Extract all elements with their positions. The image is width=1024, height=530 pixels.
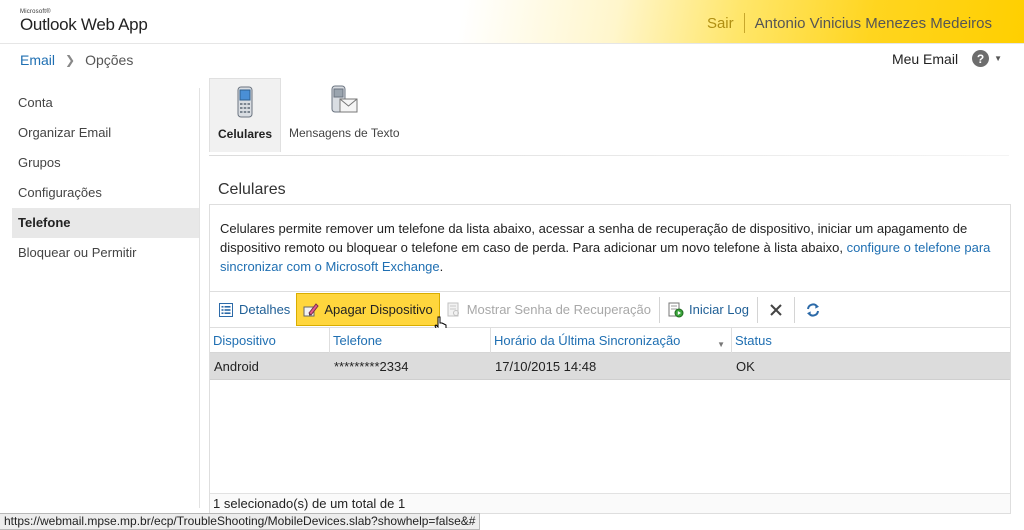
- sidebar-divider: [199, 88, 200, 508]
- column-header-last-sync-label: Horário da Última Sincronização: [494, 333, 681, 348]
- header-separator: [743, 13, 745, 33]
- tab-celulares-label: Celulares: [217, 127, 273, 141]
- sort-descending-icon: ▼: [717, 340, 725, 349]
- top-right-links: Meu Email ? ▼: [892, 50, 1002, 67]
- cell-last-sync: 17/10/2015 14:48: [495, 358, 597, 374]
- column-header-status[interactable]: Status: [732, 328, 1010, 353]
- signout-link[interactable]: Sair: [707, 15, 744, 32]
- text-message-icon: [327, 84, 361, 118]
- details-button[interactable]: Detalhes: [212, 293, 296, 326]
- tab-celulares[interactable]: Celulares: [209, 78, 281, 152]
- mobile-phone-icon: [228, 85, 262, 119]
- refresh-icon[interactable]: [797, 293, 829, 326]
- cell-status: OK: [736, 358, 755, 374]
- start-log-icon: [668, 302, 684, 318]
- show-recovery-password-button[interactable]: Mostrar Senha de Recuperação: [440, 293, 657, 326]
- breadcrumb-email-link[interactable]: Email: [20, 52, 55, 68]
- sidebar-item-organizar-email[interactable]: Organizar Email: [12, 118, 199, 148]
- my-mail-link[interactable]: Meu Email: [892, 51, 958, 67]
- recovery-password-icon: [446, 302, 462, 318]
- details-list-icon: [218, 302, 234, 318]
- breadcrumb-current: Opções: [85, 52, 134, 68]
- sidebar-item-telefone[interactable]: Telefone: [12, 208, 199, 238]
- devices-table: Dispositivo Telefone Horário da Última S…: [209, 328, 1011, 514]
- sidebar-item-bloquear-ou-permitir[interactable]: Bloquear ou Permitir: [12, 238, 199, 268]
- toolbar-separator: [756, 296, 758, 323]
- table-row[interactable]: Android *********2334 17/10/2015 14:48 O…: [210, 353, 1010, 380]
- sidebar-item-grupos[interactable]: Grupos: [12, 148, 199, 178]
- tab-mensagens-label: Mensagens de Texto: [289, 126, 400, 140]
- toolbar-separator: [658, 296, 660, 323]
- section-title: Celulares: [218, 181, 286, 198]
- tab-mensagens-de-texto[interactable]: Mensagens de Texto: [281, 78, 408, 152]
- options-sidebar: Conta Organizar Email Grupos Configuraçõ…: [12, 88, 199, 268]
- cell-phone: *********2334: [334, 358, 409, 374]
- start-log-button[interactable]: Iniciar Log: [662, 293, 755, 326]
- table-header: Dispositivo Telefone Horário da Última S…: [210, 328, 1010, 353]
- wipe-device-button[interactable]: Apagar Dispositivo: [296, 293, 440, 326]
- section-description: Celulares permite remover um telefone da…: [209, 204, 1011, 291]
- devices-toolbar: Detalhes Apagar Dispositivo Mostrar Senh…: [209, 291, 1011, 328]
- logo-product-name: Outlook Web App: [20, 15, 148, 34]
- tabs-divider: [209, 155, 1009, 156]
- column-header-last-sync[interactable]: Horário da Última Sincronização ▼: [491, 328, 732, 353]
- owa-logo: Microsoft® Outlook Web App: [20, 9, 148, 33]
- column-header-device[interactable]: Dispositivo: [210, 328, 330, 353]
- header-bar: Microsoft® Outlook Web App Sair Antonio …: [0, 0, 1024, 44]
- user-name: Antonio Vinicius Menezes Medeiros: [754, 14, 992, 32]
- start-log-label: Iniciar Log: [688, 302, 749, 317]
- selection-count: 1 selecionado(s) de um total de 1: [210, 493, 1010, 513]
- delete-x-icon[interactable]: [760, 293, 792, 326]
- column-header-phone[interactable]: Telefone: [330, 328, 491, 353]
- sidebar-item-configuracoes[interactable]: Configurações: [12, 178, 199, 208]
- help-icon[interactable]: ?: [972, 50, 990, 67]
- details-label: Detalhes: [239, 302, 291, 317]
- show-recovery-password-label: Mostrar Senha de Recuperação: [466, 302, 651, 317]
- sidebar-item-conta[interactable]: Conta: [12, 88, 199, 118]
- browser-status-url: https://webmail.mpse.mp.br/ecp/TroubleSh…: [0, 513, 481, 530]
- phone-tabs: Celulares Mensagens de Texto: [209, 78, 408, 152]
- description-end: .: [439, 259, 444, 274]
- breadcrumb: Email ❯ Opções: [20, 52, 133, 68]
- chevron-right-icon: ❯: [65, 53, 76, 67]
- wipe-device-label: Apagar Dispositivo: [324, 302, 433, 317]
- toolbar-separator: [793, 296, 795, 323]
- cell-device: Android: [214, 358, 259, 374]
- header-user-area: Sair Antonio Vinicius Menezes Medeiros: [707, 13, 992, 33]
- chevron-down-icon[interactable]: ▼: [994, 54, 1002, 63]
- eraser-icon: [303, 302, 319, 318]
